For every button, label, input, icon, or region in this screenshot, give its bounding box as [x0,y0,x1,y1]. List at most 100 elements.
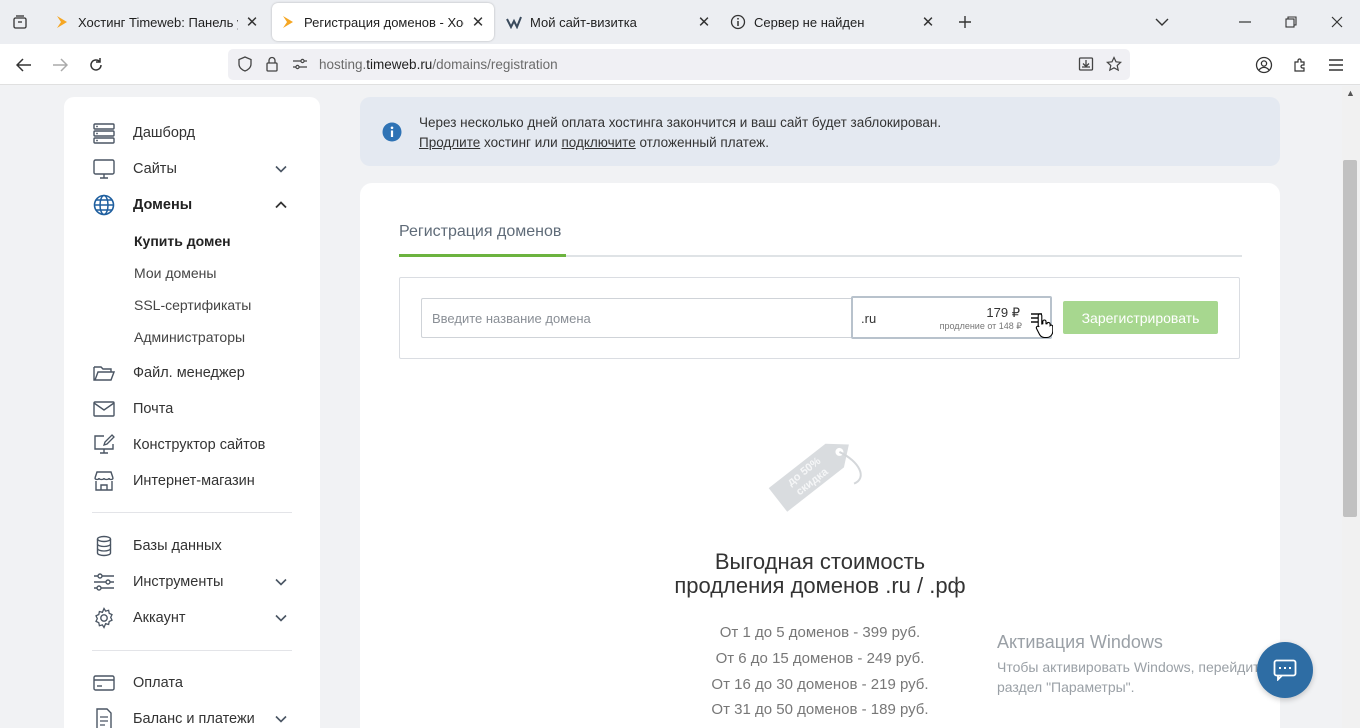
sidebar-item-label: Дашборд [133,125,196,141]
timeweb-favicon-icon [54,14,70,30]
zone-name: .ru [861,311,877,326]
notice-mid-text: хостинг или [480,135,562,150]
close-icon[interactable]: ✕ [244,13,260,31]
notice-tail-text: отложенный платеж. [635,135,769,150]
reload-icon[interactable] [85,54,107,76]
chevron-up-icon[interactable] [274,198,288,212]
window-minimize-icon[interactable] [1235,12,1255,32]
sidebar-item-account[interactable]: Аккаунт [92,606,185,630]
tab-title: Регистрация доменов - Хости [304,14,464,30]
address-bar[interactable]: hosting.timeweb.ru/domains/registration [228,49,1130,80]
scrollbar-thumb[interactable] [1343,160,1357,517]
document-icon [92,707,116,728]
site-permissions-icon[interactable] [289,53,311,75]
notice-text: Через несколько дней оплата хостинга зак… [419,115,942,130]
back-arrow-icon[interactable] [13,54,35,76]
scroll-up-arrow-icon[interactable]: ▲ [1346,88,1355,98]
sidebar-divider [92,512,292,513]
forward-arrow-icon[interactable] [49,54,71,76]
tab-overview-icon[interactable] [10,12,30,32]
deferred-payment-link[interactable]: подключите [561,135,635,150]
database-icon [92,534,116,558]
browser-tab-timeweb-panel[interactable]: Хостинг Timeweb: Панель упра ✕ [46,3,268,41]
chevron-down-icon[interactable] [274,575,288,589]
sidebar-item-site-builder[interactable]: Конструктор сайтов [92,433,265,457]
zone-renewal-price: продление от 148 ₽ [939,321,1022,331]
sidebar-subitem-ssl-certificates[interactable]: SSL-сертификаты [134,297,251,313]
close-icon[interactable]: ✕ [470,13,486,31]
sidebar-subitem-my-domains[interactable]: Мои домены [134,265,216,281]
site-favicon-icon [506,14,522,30]
sidebar-item-dashboard[interactable]: Дашборд [92,121,195,145]
tab-title: Хостинг Timeweb: Панель упра [78,14,238,30]
domain-search-form: .ru 179 ₽ продление от 148 ₽ Зарегистрир… [399,277,1240,359]
monitor-edit-icon [92,433,116,457]
domain-zone-select[interactable]: .ru 179 ₽ продление от 148 ₽ [851,296,1052,339]
sidebar-item-label: Файл. менеджер [133,365,245,381]
extensions-puzzle-icon[interactable] [1289,54,1311,76]
shield-icon[interactable] [234,53,256,75]
bookmark-star-icon[interactable] [1103,53,1125,75]
sidebar-subitem-buy-domain[interactable]: Купить домен [134,233,231,249]
hamburger-menu-icon[interactable] [1325,54,1347,76]
gear-icon [92,606,116,630]
chevron-down-icon[interactable] [274,162,288,176]
browser-tab-domain-registration[interactable]: Регистрация доменов - Хости ✕ [272,3,494,41]
price-tier: От 31 до 50 доменов - 189 руб. [711,701,929,718]
hand-cursor-icon [1035,313,1053,339]
sidebar-item-tools[interactable]: Инструменты [92,570,223,594]
renew-hosting-link[interactable]: Продлите [419,135,480,150]
window-close-icon[interactable] [1327,12,1347,32]
sidebar-item-label: Интернет-магазин [133,473,255,489]
close-icon[interactable]: ✕ [696,13,712,31]
sidebar-item-label: Домены [133,197,193,213]
account-icon[interactable] [1253,54,1275,76]
window-restore-icon[interactable] [1281,12,1301,32]
domain-name-input[interactable] [421,298,852,338]
chevron-down-icon[interactable] [274,611,288,625]
sidebar-divider [92,650,292,651]
sidebar-item-file-manager[interactable]: Файл. менеджер [92,361,245,385]
sidebar-item-label: Инструменты [133,574,224,590]
timeweb-favicon-icon [280,14,296,30]
sidebar-item-payment[interactable]: Оплата [92,671,183,695]
sidebar-item-databases[interactable]: Базы данных [92,534,222,558]
url-prefix: hosting. [319,57,367,72]
sidebar-item-balance-payments[interactable]: Баланс и платежи [92,707,255,728]
chevron-down-icon[interactable] [274,712,288,726]
sidebar-item-sites[interactable]: Сайты [92,157,177,181]
sidebar-item-label: Баланс и платежи [133,711,255,727]
discount-tag-icon: до 50% скидка [768,443,862,512]
url-domain: timeweb.ru [366,57,433,72]
sidebar-subitem-administrators[interactable]: Администраторы [134,329,245,345]
support-chat-button[interactable] [1257,642,1313,698]
info-icon [382,122,402,142]
lock-icon[interactable] [261,53,283,75]
notice-actions-text: Продлите хостинг или подключите отложенн… [419,135,769,150]
tab-list-chevron-down-icon[interactable] [1152,12,1172,32]
windows-activation-title: Активация Windows [997,632,1163,652]
globe-icon [92,193,116,217]
save-to-pocket-icon[interactable] [1075,53,1097,75]
sidebar-item-label: Конструктор сайтов [133,437,266,453]
browser-tab-business-card-site[interactable]: Мой сайт-визитка ✕ [498,3,720,41]
tab-domain-registration[interactable]: Регистрация доменов [399,223,561,241]
promo-subtitle: продления доменов .ru / .рф [674,573,966,598]
tab-title: Мой сайт-визитка [530,14,637,30]
monitor-icon [92,157,116,181]
zone-price: 179 ₽ [986,305,1020,320]
sidebar-item-label: Сайты [133,161,177,177]
credit-card-icon [92,671,116,695]
close-icon[interactable]: ✕ [920,13,936,31]
browser-tab-server-not-found[interactable]: Сервер не найден ✕ [722,3,944,41]
chat-bubble-icon [1273,659,1297,681]
register-button[interactable]: Зарегистрировать [1063,301,1218,334]
promo-title: Выгодная стоимость [714,549,926,574]
sidebar-item-label: Аккаунт [133,610,186,626]
sidebar-item-domains[interactable]: Домены [92,193,192,217]
sidebar-item-mail[interactable]: Почта [92,397,173,421]
folder-icon [92,361,116,385]
url-text[interactable]: hosting.timeweb.ru/domains/registration [319,57,558,72]
sidebar-item-online-store[interactable]: Интернет-магазин [92,469,255,493]
new-tab-plus-icon[interactable] [955,12,975,32]
